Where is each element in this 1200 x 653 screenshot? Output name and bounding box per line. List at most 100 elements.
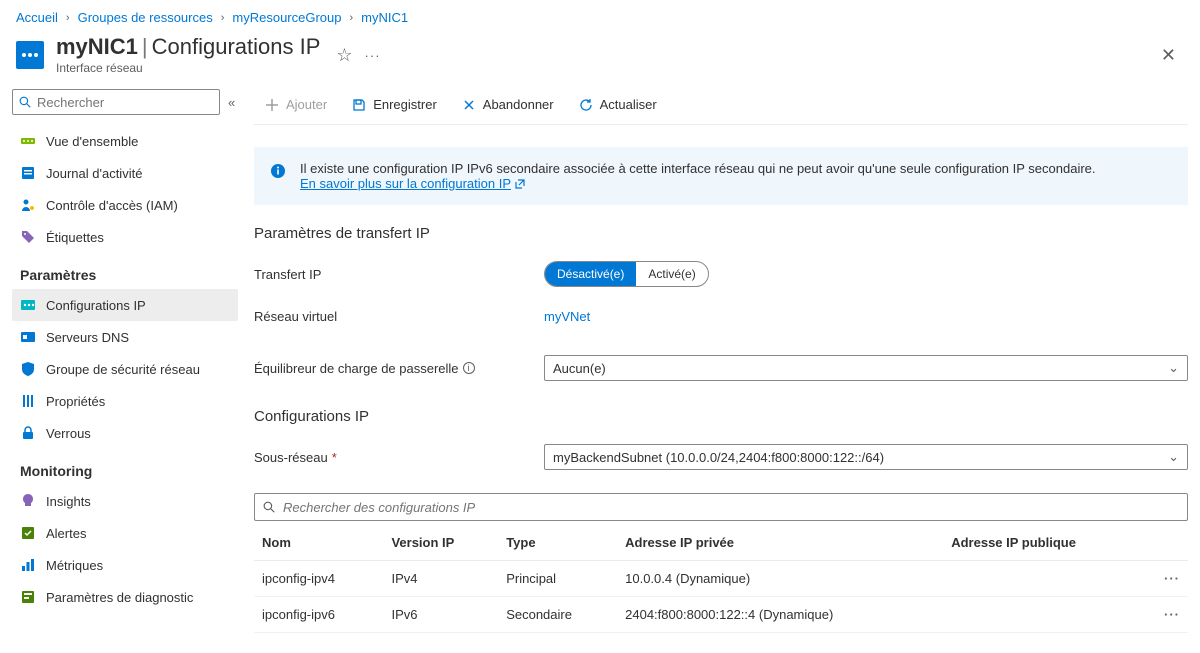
cell-name: ipconfig-ipv4 bbox=[254, 561, 383, 597]
toggle-on[interactable]: Activé(e) bbox=[636, 262, 707, 286]
subnet-label: Sous-réseau * bbox=[254, 450, 544, 465]
breadcrumb-home[interactable]: Accueil bbox=[16, 10, 58, 25]
discard-button[interactable]: Abandonner bbox=[451, 91, 564, 119]
ipconfig-row[interactable]: ipconfig-ipv6IPv6Secondaire2404:f800:800… bbox=[254, 597, 1188, 633]
row-more-icon[interactable]: ··· bbox=[1148, 597, 1188, 633]
favorite-star-icon[interactable]: ☆ bbox=[336, 45, 352, 66]
cell-name: ipconfig-ipv6 bbox=[254, 597, 383, 633]
sidebar-item-label: Propriétés bbox=[46, 394, 105, 409]
sidebar-search-input[interactable] bbox=[37, 95, 213, 110]
ipconfig-search-box[interactable] bbox=[254, 493, 1188, 521]
gwlb-label: Équilibreur de charge de passerelle i bbox=[254, 361, 544, 376]
command-bar: Ajouter Enregistrer Abandonner Actualise… bbox=[254, 85, 1188, 125]
discard-icon bbox=[461, 97, 477, 113]
cell-public bbox=[943, 561, 1148, 597]
ipconfig-search-input[interactable] bbox=[283, 500, 1179, 515]
sidebar-item-label: Paramètres de diagnostic bbox=[46, 590, 193, 605]
sidebar-item-label: Contrôle d'accès (IAM) bbox=[46, 198, 178, 213]
col-private[interactable]: Adresse IP privée bbox=[617, 525, 943, 561]
nic-icon bbox=[20, 133, 36, 149]
sidebar-access-control[interactable]: Contrôle d'accès (IAM) bbox=[12, 189, 238, 221]
dns-icon bbox=[20, 329, 36, 345]
sidebar-item-label: Groupe de sécurité réseau bbox=[46, 362, 200, 377]
toggle-off[interactable]: Désactivé(e) bbox=[545, 262, 636, 286]
search-icon bbox=[19, 96, 31, 108]
ipcfg-icon bbox=[20, 297, 36, 313]
collapse-sidebar-icon[interactable]: « bbox=[228, 95, 235, 110]
subnet-dropdown[interactable]: myBackendSubnet (10.0.0.0/24,2404:f800:8… bbox=[544, 444, 1188, 470]
props-icon bbox=[20, 393, 36, 409]
sidebar-diagnostics[interactable]: Paramètres de diagnostic bbox=[12, 581, 238, 613]
main-content: Ajouter Enregistrer Abandonner Actualise… bbox=[238, 85, 1200, 653]
sidebar-locks[interactable]: Verrous bbox=[12, 417, 238, 449]
more-menu-icon[interactable]: ··· bbox=[365, 48, 381, 63]
chevron-right-icon: › bbox=[221, 12, 225, 24]
ip-forwarding-title: Paramètres de transfert IP bbox=[254, 225, 1188, 242]
gwlb-dropdown[interactable]: Aucun(e) ⌄ bbox=[544, 355, 1188, 381]
search-icon bbox=[263, 501, 275, 513]
sidebar-item-label: Verrous bbox=[46, 426, 91, 441]
vnet-label: Réseau virtuel bbox=[254, 309, 544, 324]
insights-icon bbox=[20, 493, 36, 509]
iam-icon bbox=[20, 197, 36, 213]
sidebar-activity-log[interactable]: Journal d'activité bbox=[12, 157, 238, 189]
cell-private: 10.0.0.4 (Dynamique) bbox=[617, 561, 943, 597]
close-blade-icon[interactable]: ✕ bbox=[1161, 45, 1184, 66]
log-icon bbox=[20, 165, 36, 181]
sidebar-section-title: Paramètres bbox=[12, 253, 238, 289]
info-learn-more-link[interactable]: En savoir plus sur la configuration IP bbox=[300, 176, 525, 191]
chevron-down-icon: ⌄ bbox=[1168, 449, 1179, 465]
resource-type-label: Interface réseau bbox=[56, 61, 320, 75]
page-header: myNIC1|Configurations IP Interface résea… bbox=[0, 29, 1200, 85]
info-banner: Il existe une configuration IP IPv6 seco… bbox=[254, 147, 1188, 205]
sidebar-nsg[interactable]: Groupe de sécurité réseau bbox=[12, 353, 238, 385]
col-name[interactable]: Nom bbox=[254, 525, 383, 561]
network-interface-icon bbox=[16, 41, 44, 69]
sidebar-item-label: Métriques bbox=[46, 558, 103, 573]
cell-type: Secondaire bbox=[498, 597, 617, 633]
sidebar-properties[interactable]: Propriétés bbox=[12, 385, 238, 417]
sidebar-alerts[interactable]: Alertes bbox=[12, 517, 238, 549]
ipconfig-row[interactable]: ipconfig-ipv4IPv4Principal10.0.0.4 (Dyna… bbox=[254, 561, 1188, 597]
plus-icon bbox=[264, 97, 280, 113]
sidebar-item-label: Étiquettes bbox=[46, 230, 104, 245]
sidebar-item-label: Insights bbox=[46, 494, 91, 509]
cell-version: IPv4 bbox=[383, 561, 498, 597]
sidebar-insights[interactable]: Insights bbox=[12, 485, 238, 517]
info-text: Il existe une configuration IP IPv6 seco… bbox=[300, 161, 1096, 176]
add-button[interactable]: Ajouter bbox=[254, 91, 337, 119]
vnet-link[interactable]: myVNet bbox=[544, 309, 590, 324]
sidebar-item-label: Serveurs DNS bbox=[46, 330, 129, 345]
row-more-icon[interactable]: ··· bbox=[1148, 561, 1188, 597]
sidebar-item-label: Alertes bbox=[46, 526, 86, 541]
tag-icon bbox=[20, 229, 36, 245]
refresh-button[interactable]: Actualiser bbox=[568, 91, 667, 119]
chevron-down-icon: ⌄ bbox=[1168, 360, 1179, 376]
info-icon bbox=[270, 163, 286, 179]
sidebar-ip-configurations[interactable]: Configurations IP bbox=[12, 289, 238, 321]
ip-forwarding-label: Transfert IP bbox=[254, 267, 544, 282]
col-type[interactable]: Type bbox=[498, 525, 617, 561]
external-link-icon bbox=[515, 179, 525, 189]
breadcrumb-resource[interactable]: myNIC1 bbox=[361, 10, 408, 25]
lock-icon bbox=[20, 425, 36, 441]
sidebar-metrics[interactable]: Métriques bbox=[12, 549, 238, 581]
col-version[interactable]: Version IP bbox=[383, 525, 498, 561]
gwlb-value: Aucun(e) bbox=[553, 361, 606, 376]
nsg-icon bbox=[20, 361, 36, 377]
sidebar-overview[interactable]: Vue d'ensemble bbox=[12, 125, 238, 157]
col-public[interactable]: Adresse IP publique bbox=[943, 525, 1148, 561]
diag-icon bbox=[20, 589, 36, 605]
ip-forwarding-toggle[interactable]: Désactivé(e) Activé(e) bbox=[544, 261, 709, 287]
breadcrumb-resource-groups[interactable]: Groupes de ressources bbox=[78, 10, 213, 25]
save-button[interactable]: Enregistrer bbox=[341, 91, 447, 119]
sidebar-item-label: Vue d'ensemble bbox=[46, 134, 138, 149]
save-icon bbox=[351, 97, 367, 113]
sidebar-tags[interactable]: Étiquettes bbox=[12, 221, 238, 253]
info-tip-icon[interactable]: i bbox=[463, 362, 475, 374]
breadcrumb-resource-group[interactable]: myResourceGroup bbox=[232, 10, 341, 25]
breadcrumb: Accueil › Groupes de ressources › myReso… bbox=[0, 0, 1200, 29]
cell-private: 2404:f800:8000:122::4 (Dynamique) bbox=[617, 597, 943, 633]
sidebar-search-box[interactable] bbox=[12, 89, 220, 115]
sidebar-dns-servers[interactable]: Serveurs DNS bbox=[12, 321, 238, 353]
